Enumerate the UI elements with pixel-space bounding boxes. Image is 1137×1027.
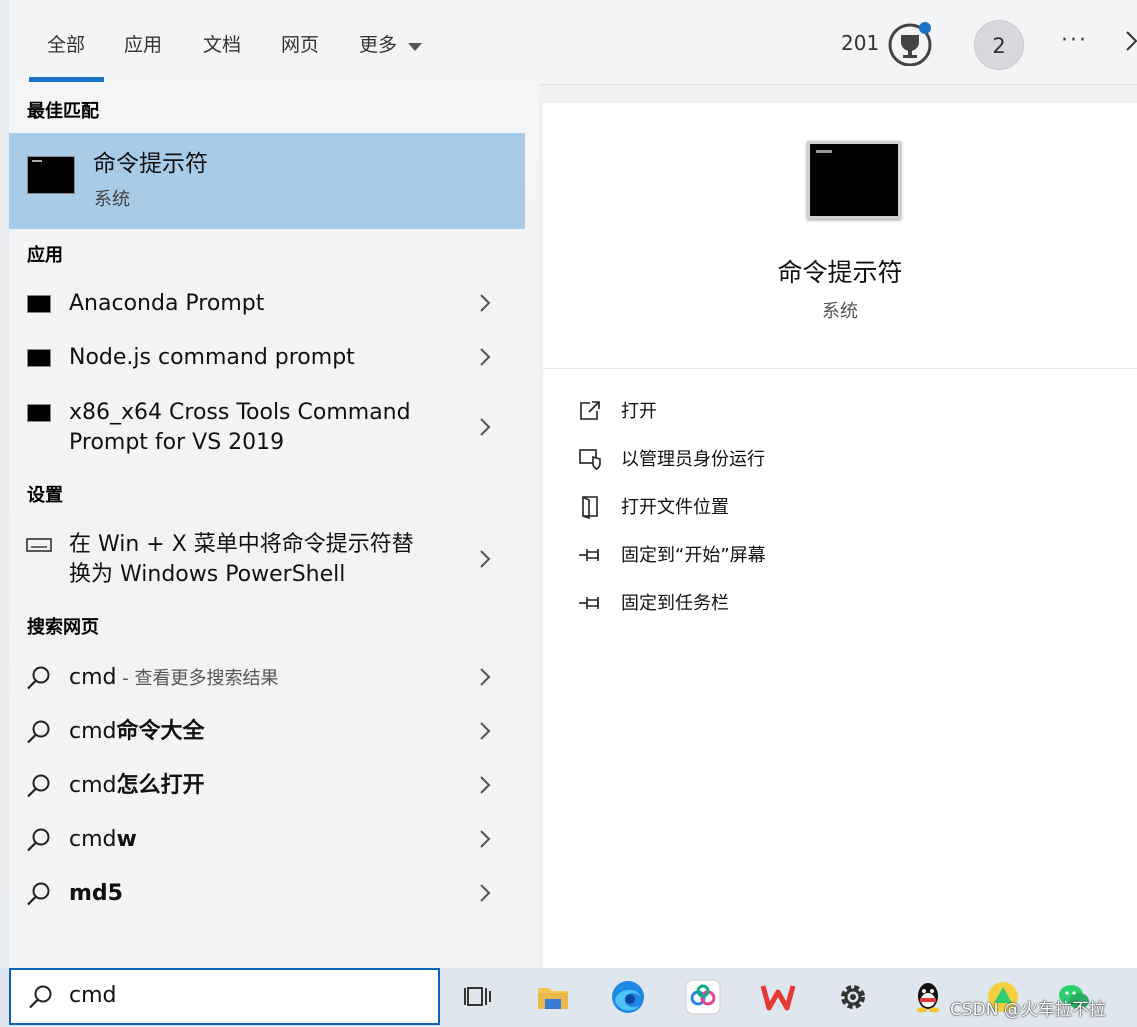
search-icon <box>29 985 52 1009</box>
web-item-query: cmd <box>69 773 117 798</box>
search-icon <box>27 720 50 744</box>
search-icon <box>27 828 50 852</box>
action-run-as-admin[interactable]: 以管理员身份运行 <box>578 445 838 473</box>
chevron-right-icon <box>478 291 496 321</box>
action-label: 以管理员身份运行 <box>621 449 765 470</box>
command-prompt-icon <box>27 156 75 194</box>
detail-title: 命令提示符 <box>777 258 903 287</box>
reward-points: 201 <box>841 31 880 55</box>
app-item-vs-cross-tools[interactable]: x86_x64 Cross Tools Command Prompt for V… <box>9 392 525 462</box>
web-item-query: cmd <box>69 719 117 744</box>
chevron-right-icon <box>478 773 496 803</box>
baidu-netdisk-icon[interactable] <box>684 978 722 1016</box>
web-item-hint: - 查看更多搜索结果 <box>116 668 279 689</box>
detail-subtitle: 系统 <box>822 301 858 322</box>
action-pin-to-taskbar[interactable]: 固定到任务栏 <box>578 589 838 617</box>
trophy-icon[interactable] <box>888 20 934 67</box>
terminal-icon <box>27 404 51 422</box>
search-icon <box>27 882 50 906</box>
chevron-right-icon <box>478 719 496 749</box>
wps-icon[interactable] <box>759 978 797 1016</box>
search-icon <box>27 774 50 798</box>
app-item-label-line1: x86_x64 Cross Tools Command <box>69 400 411 425</box>
action-label: 固定到“开始”屏幕 <box>621 545 766 566</box>
tab-more[interactable]: 更多 <box>359 30 423 57</box>
caret-down-icon <box>408 42 423 51</box>
chevron-right-icon <box>478 665 496 695</box>
section-apps: 应用 <box>27 245 63 266</box>
search-icon <box>27 666 50 690</box>
chevron-right-icon <box>478 547 496 577</box>
action-open-file-location[interactable]: 打开文件位置 <box>578 493 838 521</box>
chevron-right-icon <box>478 415 496 445</box>
pin-icon <box>579 549 599 561</box>
web-item[interactable]: cmd - 查看更多搜索结果 <box>9 658 525 702</box>
watermark: CSDN @火车拉不拉 <box>950 1000 1106 1020</box>
settings-item-label-line2: 换为 Windows PowerShell <box>69 562 346 587</box>
settings-icon[interactable] <box>834 978 872 1016</box>
chevron-right-icon[interactable] <box>1124 30 1137 58</box>
settings-item-winx[interactable]: 在 Win + X 菜单中将命令提示符替 换为 Windows PowerShe… <box>9 525 525 597</box>
web-item-query: cmd <box>69 827 117 852</box>
web-item[interactable]: cmd命令大全 <box>9 712 525 756</box>
edge-icon[interactable] <box>609 978 647 1016</box>
open-icon <box>580 401 600 420</box>
terminal-icon <box>27 349 51 367</box>
section-settings: 设置 <box>27 485 63 506</box>
best-match-subtitle: 系统 <box>94 189 130 210</box>
action-label: 打开 <box>621 401 657 422</box>
settings-item-label-line1: 在 Win + X 菜单中将命令提示符替 <box>69 532 414 557</box>
web-item-query-bold: md5 <box>69 881 123 906</box>
web-item[interactable]: md5 <box>9 874 525 918</box>
profile-badge[interactable]: 2 <box>974 20 1024 70</box>
search-tabs-bar: 全部 应用 文档 网页 更多 <box>9 0 1137 85</box>
terminal-icon <box>27 295 51 313</box>
search-input-value: cmd <box>69 983 117 1008</box>
tab-apps[interactable]: 应用 <box>124 30 162 57</box>
chevron-right-icon <box>478 881 496 911</box>
web-item[interactable]: cmdw <box>9 820 525 864</box>
section-web-search: 搜索网页 <box>27 617 99 638</box>
web-item-query-bold: w <box>116 827 137 852</box>
app-item-label-line2: Prompt for VS 2019 <box>69 430 285 455</box>
web-item-query-bold: 命令大全 <box>116 719 205 744</box>
qq-icon[interactable] <box>909 978 947 1016</box>
active-tab-indicator <box>29 77 104 82</box>
web-item[interactable]: cmd怎么打开 <box>9 766 525 810</box>
task-view-icon[interactable] <box>459 978 497 1016</box>
app-item-label: Anaconda Prompt <box>69 291 265 316</box>
chevron-right-icon <box>478 345 496 375</box>
file-location-icon <box>582 496 598 519</box>
command-prompt-large-icon <box>807 141 901 219</box>
web-item-query-bold: 怎么打开 <box>116 773 205 798</box>
web-item-query: cmd <box>69 665 117 690</box>
action-label: 固定到任务栏 <box>621 593 729 614</box>
best-match-item[interactable]: 命令提示符 系统 <box>9 133 525 229</box>
file-explorer-icon[interactable] <box>534 978 572 1016</box>
tab-web[interactable]: 网页 <box>281 30 319 57</box>
tab-more-label: 更多 <box>359 34 398 56</box>
action-label: 打开文件位置 <box>621 497 729 518</box>
background-window-strip <box>0 0 9 968</box>
section-best-match: 最佳匹配 <box>27 101 99 122</box>
app-item-anaconda[interactable]: Anaconda Prompt <box>9 283 525 327</box>
more-options-icon[interactable]: ··· <box>1061 28 1088 53</box>
best-match-name: 命令提示符 <box>93 151 208 177</box>
keyboard-icon <box>26 538 52 552</box>
action-pin-to-start[interactable]: 固定到“开始”屏幕 <box>578 541 838 569</box>
detail-header: 命令提示符 系统 <box>543 103 1137 369</box>
shield-icon <box>579 449 601 470</box>
pin-icon <box>579 597 599 609</box>
tab-all[interactable]: 全部 <box>47 30 85 57</box>
app-item-nodejs[interactable]: Node.js command prompt <box>9 337 525 381</box>
chevron-right-icon <box>478 827 496 857</box>
tab-documents[interactable]: 文档 <box>203 30 241 57</box>
app-item-label: Node.js command prompt <box>69 345 355 370</box>
action-open[interactable]: 打开 <box>578 397 838 425</box>
